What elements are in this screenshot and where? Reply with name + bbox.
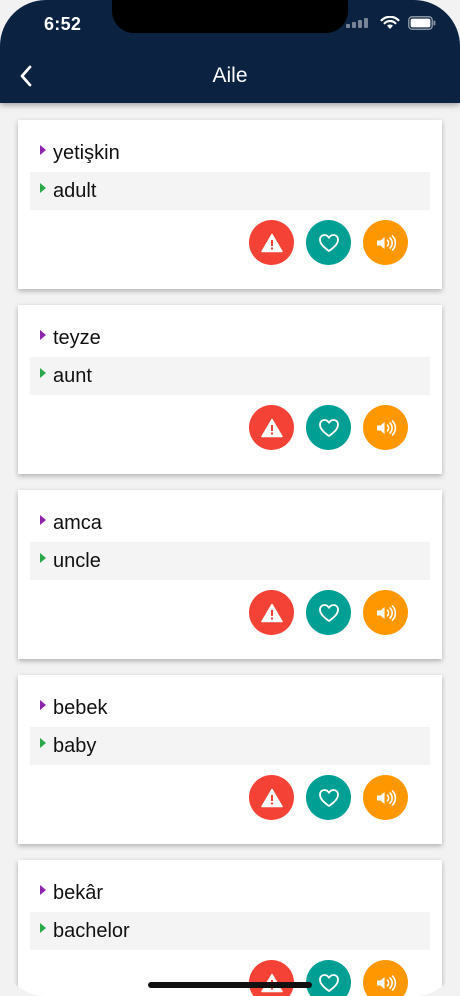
source-word: amca (53, 511, 102, 534)
word-card: bekâr bachelor (18, 860, 442, 996)
heart-outline-icon (318, 233, 339, 252)
device-notch (112, 0, 348, 33)
word-card: teyze aunt (18, 305, 442, 474)
page-title: Aile (212, 64, 248, 87)
phone-screen: 6:52 Aile yetişkin adult teyze aunt amca… (0, 0, 460, 996)
target-word: baby (53, 734, 97, 757)
speaker-icon (376, 234, 396, 251)
status-icons (346, 16, 436, 30)
source-marker-icon (40, 515, 46, 525)
speaker-icon (376, 974, 396, 991)
source-word: teyze (53, 326, 101, 349)
pronounce-button[interactable] (363, 590, 408, 635)
word-list[interactable]: yetişkin adult teyze aunt amca uncle beb… (0, 103, 460, 996)
warning-icon (260, 233, 283, 252)
source-marker-icon (40, 885, 46, 895)
app-bar: 6:52 Aile (0, 0, 460, 103)
home-indicator[interactable] (148, 982, 312, 988)
target-marker-icon (40, 553, 46, 563)
wifi-icon (380, 16, 400, 30)
target-word-row: bachelor (30, 912, 430, 950)
card-actions (249, 220, 408, 265)
speaker-icon (376, 789, 396, 806)
target-marker-icon (40, 183, 46, 193)
card-actions (249, 960, 408, 996)
warning-icon (260, 418, 283, 437)
target-word: bachelor (53, 919, 130, 942)
source-word-row: bekâr (30, 874, 430, 912)
favorite-button[interactable] (306, 220, 351, 265)
target-word-row: aunt (30, 357, 430, 395)
source-marker-icon (40, 145, 46, 155)
pronounce-button[interactable] (363, 220, 408, 265)
speaker-icon (376, 604, 396, 621)
target-word-row: adult (30, 172, 430, 210)
speaker-icon (376, 419, 396, 436)
favorite-button[interactable] (306, 775, 351, 820)
target-word: uncle (53, 549, 101, 572)
card-actions (249, 590, 408, 635)
heart-outline-icon (318, 788, 339, 807)
report-button[interactable] (249, 220, 294, 265)
target-marker-icon (40, 923, 46, 933)
source-marker-icon (40, 330, 46, 340)
target-word-row: baby (30, 727, 430, 765)
target-word: adult (53, 179, 97, 202)
word-card: yetişkin adult (18, 120, 442, 289)
pronounce-button[interactable] (363, 775, 408, 820)
pronounce-button[interactable] (363, 405, 408, 450)
source-word-row: yetişkin (30, 134, 430, 172)
favorite-button[interactable] (306, 590, 351, 635)
heart-outline-icon (318, 603, 339, 622)
heart-outline-icon (318, 418, 339, 437)
source-word-row: teyze (30, 319, 430, 357)
report-button[interactable] (249, 775, 294, 820)
report-button[interactable] (249, 960, 294, 996)
pronounce-button[interactable] (363, 960, 408, 996)
target-marker-icon (40, 368, 46, 378)
warning-icon (260, 788, 283, 807)
status-time: 6:52 (44, 14, 82, 34)
card-actions (249, 405, 408, 450)
word-card: bebek baby (18, 675, 442, 844)
target-word: aunt (53, 364, 92, 387)
signal-icon (346, 18, 372, 28)
source-word-row: amca (30, 504, 430, 542)
report-button[interactable] (249, 590, 294, 635)
card-actions (249, 775, 408, 820)
source-marker-icon (40, 700, 46, 710)
navigation-bar: Aile (0, 56, 460, 96)
heart-outline-icon (318, 973, 339, 992)
favorite-button[interactable] (306, 405, 351, 450)
source-word: bebek (53, 696, 108, 719)
source-word-row: bebek (30, 689, 430, 727)
source-word: bekâr (53, 881, 104, 904)
word-card: amca uncle (18, 490, 442, 659)
report-button[interactable] (249, 405, 294, 450)
target-marker-icon (40, 738, 46, 748)
target-word-row: uncle (30, 542, 430, 580)
battery-icon (408, 16, 436, 30)
warning-icon (260, 603, 283, 622)
source-word: yetişkin (53, 141, 120, 164)
favorite-button[interactable] (306, 960, 351, 996)
